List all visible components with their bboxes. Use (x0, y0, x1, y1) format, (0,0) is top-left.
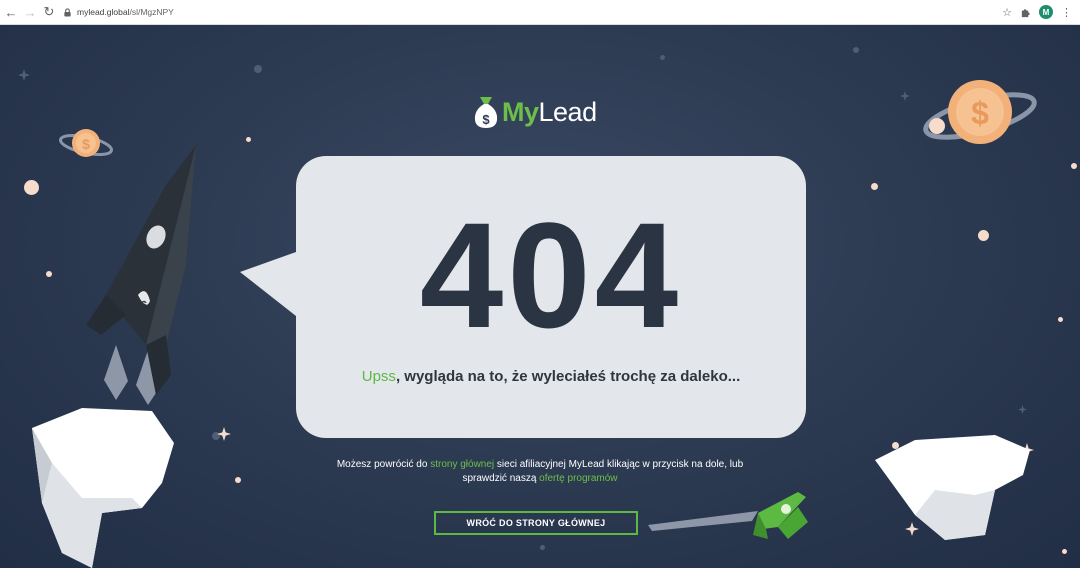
svg-text:$: $ (482, 112, 490, 127)
star-dot (540, 545, 545, 550)
url-host: mylead.global (77, 7, 130, 17)
star-dot (978, 230, 989, 241)
star-dot (246, 137, 251, 142)
error-page-stage: $ $ $ $ MyLead 404 Upss, wygląda na to, … (0, 25, 1080, 568)
star-dot (660, 55, 665, 60)
coin-planet-icon: $ (923, 80, 1037, 144)
url-path: /sl/MgzNPY (129, 7, 174, 17)
rocket-illustration: $ (86, 145, 196, 405)
programs-offer-link[interactable]: ofertę programów (539, 473, 617, 484)
star-dot (1071, 163, 1077, 169)
star-dot (1058, 317, 1063, 322)
star-dot (871, 183, 878, 190)
arrow-left-icon[interactable]: ← (3, 4, 19, 20)
address-bar[interactable]: mylead.global/sl/MgzNPY (63, 2, 1002, 22)
kebab-menu-icon[interactable]: ⋮ (1061, 6, 1072, 19)
lock-icon (64, 7, 71, 17)
star-dot (853, 47, 859, 53)
error-message-text: , wygląda na to, że wyleciałeś trochę za… (395, 368, 741, 385)
puzzle-icon[interactable] (1020, 7, 1031, 18)
error-message-highlight: Upss (361, 368, 396, 385)
svg-text:$: $ (971, 95, 989, 131)
bookmark-star-icon[interactable]: ☆ (1002, 6, 1012, 19)
sparkle-icon (217, 427, 231, 441)
sparkle-icon (18, 69, 30, 81)
star-dot (235, 477, 241, 483)
green-rocket-illustration (648, 492, 808, 539)
arrow-right-icon[interactable]: → (22, 4, 38, 20)
reload-icon[interactable]: ↻ (41, 4, 57, 20)
error-message: Upss, wygląda na to, że wyleciałeś troch… (296, 368, 806, 385)
logo-text: MyLead (502, 96, 597, 127)
sparkle-icon (900, 91, 910, 101)
info-paragraph: Możesz powrócić do strony głównej sieci … (336, 459, 744, 484)
star-dot (24, 180, 39, 195)
asteroid-illustration (32, 408, 174, 568)
profile-avatar[interactable]: M (1039, 5, 1053, 19)
star-dot (1062, 549, 1067, 554)
homepage-link[interactable]: strony głównej (430, 459, 494, 470)
sparkle-icon (1018, 405, 1027, 414)
svg-text:$: $ (141, 300, 147, 311)
star-dot (254, 65, 262, 73)
error-code: 404 (419, 191, 683, 359)
money-bag-icon: $ (474, 97, 498, 128)
star-dot (46, 271, 52, 277)
back-to-homepage-button[interactable]: WRÓĆ DO STRONY GŁÓWNEJ (434, 511, 638, 535)
mylead-logo[interactable]: $ MyLead (473, 95, 597, 129)
browser-toolbar: ← → ↻ mylead.global/sl/MgzNPY ☆ M ⋮ (0, 0, 1080, 25)
asteroid-illustration (875, 435, 1030, 540)
